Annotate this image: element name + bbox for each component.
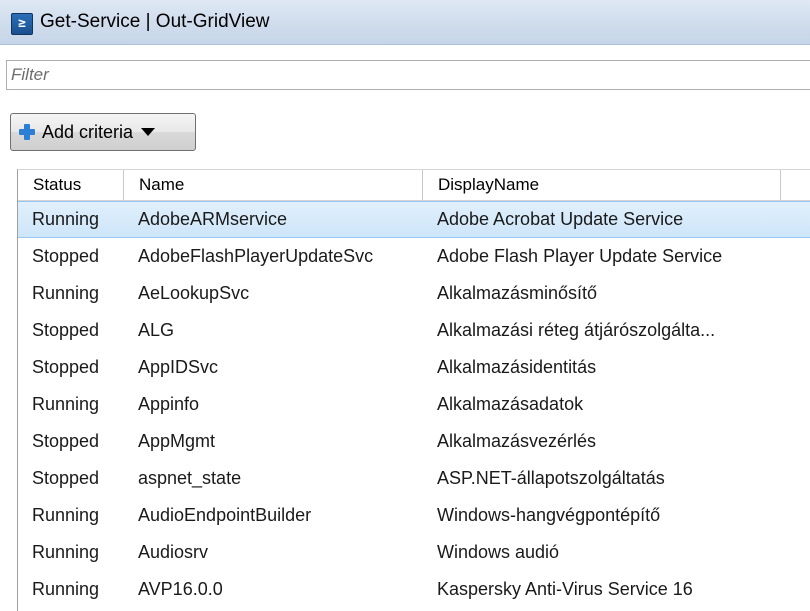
add-criteria-button[interactable]: Add criteria xyxy=(10,113,196,151)
title-bar: ≥ Get-Service | Out-GridView xyxy=(0,0,810,45)
status-cell: Running xyxy=(32,542,100,562)
status-cell: Running xyxy=(32,283,100,303)
status-cell: Stopped xyxy=(32,431,100,451)
column-header-displayname[interactable]: DisplayName xyxy=(423,170,781,200)
results-grid: Status Name DisplayName Running AdobeARM… xyxy=(17,169,810,611)
name-cell: AppIDSvc xyxy=(138,357,219,377)
status-cell: Stopped xyxy=(32,320,100,340)
status-cell: Stopped xyxy=(32,468,100,488)
name-cell: AVP16.0.0 xyxy=(138,579,223,599)
table-row[interactable]: Stopped AdobeFlashPlayerUpdateSvc Adobe … xyxy=(18,238,810,275)
status-cell: Running xyxy=(32,209,100,229)
table-row[interactable]: Stopped AppMgmt Alkalmazásvezérlés xyxy=(18,423,810,460)
caret-down-icon xyxy=(141,128,156,136)
powershell-icon: ≥ xyxy=(11,13,33,35)
table-row[interactable]: Running AdobeARMservice Adobe Acrobat Up… xyxy=(18,201,810,238)
displayname-cell: Kaspersky Anti-Virus Service 16 xyxy=(437,579,693,599)
filter-input[interactable] xyxy=(7,61,791,89)
status-cell: Running xyxy=(32,579,100,599)
table-row[interactable]: Running AeLookupSvc Alkalmazásminősítő xyxy=(18,275,810,312)
displayname-cell: Alkalmazásvezérlés xyxy=(437,431,597,451)
table-row[interactable]: Running AVP16.0.0 Kaspersky Anti-Virus S… xyxy=(18,571,810,608)
displayname-cell: ASP.NET-állapotszolgáltatás xyxy=(437,468,665,488)
displayname-cell: Alkalmazási réteg átjárószolgálta... xyxy=(437,320,716,340)
name-cell: AeLookupSvc xyxy=(138,283,250,303)
name-cell: Audiosrv xyxy=(138,542,209,562)
table-row[interactable]: Stopped aspnet_state ASP.NET-állapotszol… xyxy=(18,460,810,497)
column-header-name[interactable]: Name xyxy=(124,170,423,200)
table-row[interactable]: Stopped ALG Alkalmazási réteg átjárószol… xyxy=(18,312,810,349)
plus-icon xyxy=(19,124,35,140)
status-cell: Stopped xyxy=(32,246,100,266)
displayname-cell: Alkalmazásminősítő xyxy=(437,283,598,303)
table-row[interactable]: Running AudioEndpointBuilder Windows-han… xyxy=(18,497,810,534)
displayname-cell: Adobe Flash Player Update Service xyxy=(437,246,723,266)
column-header-status[interactable]: Status xyxy=(18,170,124,200)
status-cell: Running xyxy=(32,394,100,414)
displayname-cell: Alkalmazásidentitás xyxy=(437,357,597,377)
table-row[interactable]: Running Audiosrv Windows audió xyxy=(18,534,810,571)
name-cell: AdobeFlashPlayerUpdateSvc xyxy=(138,246,374,266)
window-title: Get-Service | Out-GridView xyxy=(40,11,270,32)
filter-box[interactable] xyxy=(6,60,810,90)
status-cell: Running xyxy=(32,505,100,525)
displayname-cell: Alkalmazásadatok xyxy=(437,394,584,414)
displayname-cell: Windows-hangvégpontépítő xyxy=(437,505,661,525)
grid-header: Status Name DisplayName xyxy=(18,170,810,201)
name-cell: ALG xyxy=(138,320,175,340)
displayname-cell: Adobe Acrobat Update Service xyxy=(437,209,684,229)
name-cell: AudioEndpointBuilder xyxy=(138,505,312,525)
name-cell: AppMgmt xyxy=(138,431,216,451)
table-row[interactable]: Stopped AppIDSvc Alkalmazásidentitás xyxy=(18,349,810,386)
name-cell: AdobeARMservice xyxy=(138,209,288,229)
name-cell: Appinfo xyxy=(138,394,200,414)
table-row[interactable]: Running Appinfo Alkalmazásadatok xyxy=(18,386,810,423)
displayname-cell: Windows audió xyxy=(437,542,560,562)
add-criteria-label: Add criteria xyxy=(42,121,134,142)
name-cell: aspnet_state xyxy=(138,468,242,488)
status-cell: Stopped xyxy=(32,357,100,377)
